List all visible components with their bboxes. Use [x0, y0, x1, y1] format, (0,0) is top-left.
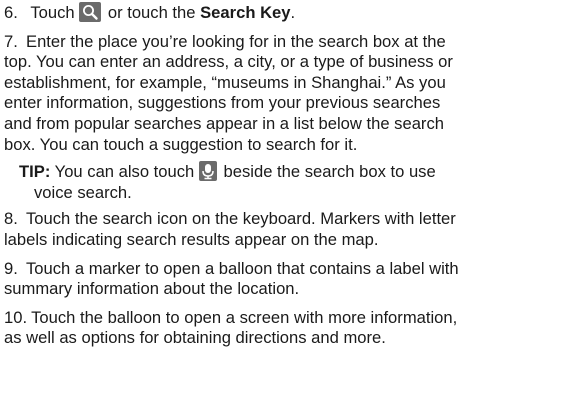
tip-label: TIP: [19, 162, 51, 182]
step-10: 10. Touch the balloon to open a screen wi… [4, 308, 562, 349]
tip-line: voice search. [34, 182, 132, 202]
step-number: 6. [4, 3, 18, 22]
step-line: establishment, for example, “museums in … [4, 72, 446, 92]
step-number: 7. [4, 31, 18, 51]
step-number: 8. [4, 209, 18, 229]
search-icon [79, 2, 102, 22]
step-line: as well as options for obtaining directi… [4, 328, 386, 348]
step-text: . [290, 3, 296, 22]
step-text: Touch the balloon to open a screen with … [31, 307, 458, 327]
tip-line: TIP: You can also touch beside the searc… [19, 161, 562, 183]
step-7: 7. Enter the place you’re looking for in … [4, 32, 562, 156]
step-line: enter information, suggestions from your… [4, 93, 441, 113]
step-text: Touch [30, 3, 75, 22]
step-text: Enter the place you’re looking for in th… [26, 31, 446, 51]
step-text: Touch the search icon on the keyboard. M… [26, 209, 456, 229]
step-6: 6. Touch or touch the Search Key. [4, 2, 562, 24]
step-line: 9. Touch a marker to open a balloon that … [4, 259, 562, 280]
step-text: or touch the [107, 3, 196, 22]
step-line: 10. Touch the balloon to open a screen wi… [4, 308, 562, 329]
step-line: 7. Enter the place you’re looking for in … [4, 32, 562, 53]
microphone-icon [198, 161, 217, 182]
document-body: 6. Touch or touch the Search Key. 7. Ente… [0, 0, 566, 349]
step-line: 8. Touch the search icon on the keyboard.… [4, 209, 562, 230]
step-9: 9. Touch a marker to open a balloon that … [4, 259, 562, 300]
step-line: summary information about the location. [4, 279, 300, 299]
step-text: Touch a marker to open a balloon that co… [26, 258, 459, 278]
step-number: 10. [4, 307, 28, 327]
step-line: labels indicating search results appear … [4, 229, 379, 249]
step-line: top. You can enter an address, a city, o… [4, 52, 453, 72]
step-line: and from popular searches appear in a li… [4, 113, 444, 133]
step-number: 9. [4, 258, 18, 278]
tip-text: You can also touch [54, 162, 195, 182]
step-line: box. You can touch a suggestion to searc… [4, 134, 358, 154]
search-key-label: Search Key [200, 3, 291, 22]
step-8: 8. Touch the search icon on the keyboard.… [4, 209, 562, 250]
tip-text: beside the search box to use [223, 162, 436, 182]
tip-note: TIP: You can also touch beside the searc… [19, 161, 562, 203]
